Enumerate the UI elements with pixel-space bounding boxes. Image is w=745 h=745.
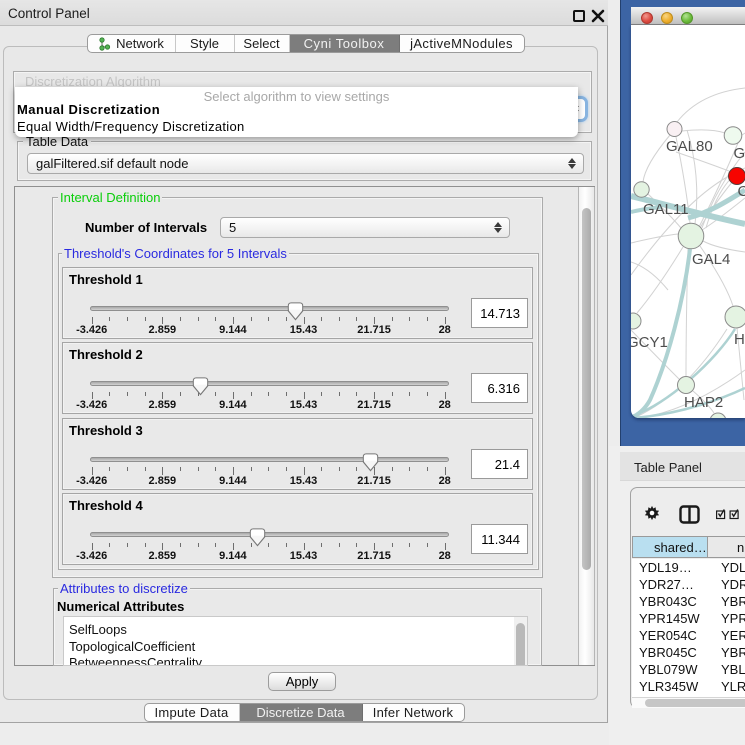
svg-text:H: H — [734, 331, 745, 348]
svg-text:HAP2: HAP2 — [684, 394, 723, 411]
svg-text:GAL11: GAL11 — [643, 201, 689, 218]
svg-text:GAL4: GAL4 — [692, 251, 730, 268]
svg-text:GCY1: GCY1 — [631, 334, 668, 351]
svg-text:GAL80: GAL80 — [666, 138, 713, 155]
svg-text:GA: GA — [734, 145, 745, 162]
svg-text:C: C — [738, 183, 745, 200]
